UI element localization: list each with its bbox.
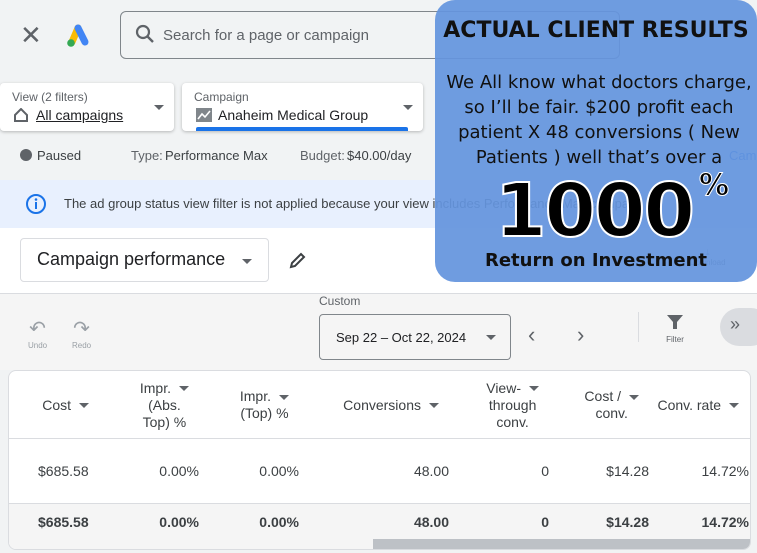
view-label: View (2 filters): [12, 90, 88, 104]
header-line: through: [488, 396, 537, 413]
date-range-label: Custom: [319, 294, 361, 308]
chevron-down-icon: [242, 259, 252, 264]
search-icon: [135, 24, 155, 49]
header-line: (Abs.: [148, 396, 181, 413]
redo-button[interactable]: ↷ Redo: [72, 316, 91, 350]
overlay-roi: Return on Investment: [484, 250, 708, 271]
column-header[interactable]: Impr. (Top) %: [199, 371, 289, 439]
status-value: Paused: [37, 148, 82, 163]
header-line: (Top) %: [240, 405, 289, 421]
view-selector[interactable]: View (2 filters) All campaigns: [0, 83, 174, 131]
pencil-icon[interactable]: [288, 250, 308, 275]
performance-title: Campaign performance: [37, 249, 226, 269]
redo-label: Redo: [72, 341, 92, 350]
header-line: Conversions: [343, 397, 439, 414]
sort-icon: [279, 394, 289, 400]
header-line: Impr.: [240, 388, 289, 405]
overlay-big-number: 1000: [494, 167, 696, 255]
column-header[interactable]: Cost / conv.: [549, 371, 639, 439]
campaign-value: Anaheim Medical Group: [218, 107, 369, 123]
performance-selector[interactable]: Campaign performance: [20, 238, 269, 282]
redo-icon: ↷: [73, 318, 90, 340]
search-placeholder: Search for a page or campaign: [163, 27, 369, 44]
selection-indicator: [196, 127, 408, 131]
campaign-selector[interactable]: Campaign Anaheim Medical Group: [182, 83, 423, 131]
header-line: conv.: [595, 405, 628, 421]
table-row-cell: 14.72%: [701, 463, 749, 479]
budget-label: Budget:: [300, 148, 345, 163]
date-range-value: Sep 22 – Oct 22, 2024: [336, 330, 467, 345]
campaign-label: Campaign: [194, 90, 249, 104]
column-header[interactable]: Cost: [9, 371, 89, 439]
expand-toolbar-button[interactable]: »: [720, 308, 757, 346]
view-value[interactable]: All campaigns: [36, 107, 123, 123]
column-header[interactable]: View-through conv.: [449, 371, 539, 439]
sort-icon: [529, 386, 539, 392]
sort-icon: [179, 386, 189, 392]
horizontal-scrollbar[interactable]: [373, 539, 750, 549]
undo-button[interactable]: ↶ Undo: [28, 316, 47, 350]
sort-icon: [429, 403, 439, 409]
promo-overlay: ACTUAL CLIENT RESULTS We All know what d…: [435, 0, 757, 282]
overlay-percent: %: [698, 168, 730, 204]
next-period-icon[interactable]: ›: [577, 322, 584, 348]
sort-icon: [629, 394, 639, 400]
overlay-body: We All know what doctors charge, so I’ll…: [446, 72, 752, 168]
total-row-cell: 0.00%: [259, 514, 299, 530]
filter-label: Filter: [666, 335, 684, 344]
table-row-cell: 0.00%: [259, 463, 299, 479]
column-header[interactable]: Impr. (Abs. Top) %: [109, 371, 189, 439]
divider: [638, 312, 639, 342]
date-range-selector[interactable]: Sep 22 – Oct 22, 2024: [319, 314, 511, 360]
google-ads-logo-icon: [64, 22, 92, 48]
filter-icon: [667, 315, 683, 329]
header-line: Cost: [42, 397, 89, 414]
filter-button[interactable]: Filter: [666, 314, 684, 344]
header-line: conv.: [496, 413, 529, 430]
column-header[interactable]: Conversions: [289, 371, 439, 439]
header-line: Cost /: [584, 388, 639, 405]
chevron-down-icon: [403, 105, 413, 110]
header-line: Top) %: [142, 413, 187, 430]
chevron-down-icon: [486, 335, 496, 340]
header-line: Conv. rate: [657, 397, 739, 414]
info-icon: [25, 193, 47, 220]
type-value: Performance Max: [165, 148, 268, 163]
undo-label: Undo: [28, 341, 48, 350]
sort-icon: [729, 403, 739, 409]
chevron-down-icon: [154, 105, 164, 110]
performance-table: Cost Impr. (Abs. Top) % Impr. (Top) % Conversi…: [8, 370, 751, 550]
total-row-cell: 14.72%: [701, 514, 749, 530]
overlay-title: ACTUAL CLIENT RESULTS: [443, 18, 749, 43]
budget-value: $40.00/day: [347, 148, 412, 163]
type-label: Type:: [131, 148, 163, 163]
column-header[interactable]: Conv. rate: [639, 371, 739, 439]
sort-icon: [79, 403, 89, 409]
close-icon[interactable]: ✕: [20, 22, 42, 48]
undo-icon: ↶: [29, 318, 46, 340]
home-icon: [14, 107, 28, 127]
header-line: Impr.: [140, 380, 189, 397]
paused-icon: [20, 149, 32, 161]
performance-max-icon: [196, 108, 212, 127]
header-line: View-: [486, 380, 539, 397]
previous-period-icon[interactable]: ‹: [528, 322, 535, 348]
